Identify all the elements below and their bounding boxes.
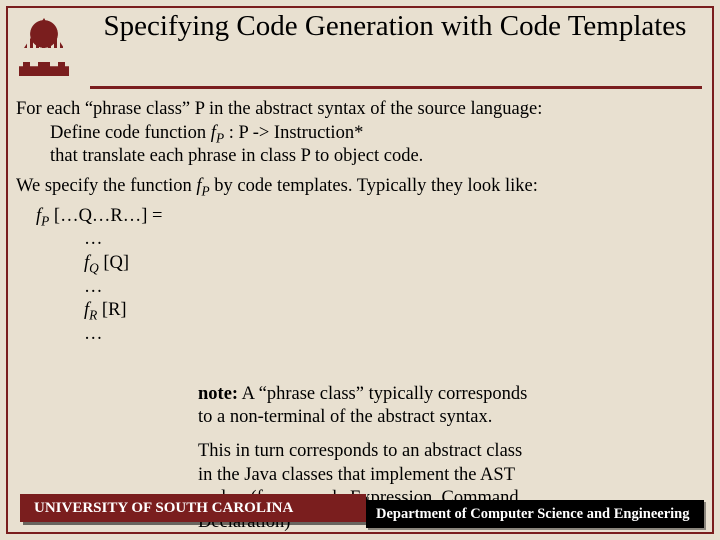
- footer-university: UNIVERSITY OF SOUTH CAROLINA: [20, 494, 366, 522]
- fn-fQ: fQ: [84, 253, 99, 273]
- slide-footer: UNIVERSITY OF SOUTH CAROLINA Department …: [20, 494, 700, 526]
- p1-line3: that translate each phrase in class P to…: [16, 145, 706, 169]
- paragraph-2: We specify the function fP by code templ…: [16, 175, 706, 199]
- fn-sub-P: P: [216, 130, 224, 145]
- fn-fR: fR: [84, 300, 97, 320]
- p1-def-suffix: : P -> Instruction*: [224, 123, 363, 143]
- p2-suffix: by code templates. Typically they look l…: [210, 176, 538, 196]
- tmpl-fR: fR [R]: [16, 299, 706, 323]
- tmpl-rest: […Q…R…] =: [49, 206, 162, 226]
- note-label: note:: [198, 384, 238, 404]
- p2-prefix: We specify the function: [16, 176, 196, 196]
- tmpl-dots-1: …: [16, 228, 706, 252]
- fn-sub-P-2: P: [202, 184, 210, 199]
- tmpl-head: fP […Q…R…] =: [16, 205, 706, 229]
- fn-fP-head: fP: [36, 206, 49, 226]
- template-block: fP […Q…R…] = … fQ [Q] … fR [R] … note: A…: [16, 205, 706, 347]
- fn-fP: fP: [211, 123, 224, 143]
- university-logo: [14, 14, 74, 84]
- p1-line2: Define code function fP : P -> Instructi…: [16, 122, 706, 146]
- fn-fP-2: fP: [196, 176, 209, 196]
- note-p1-text: A “phrase class” typically corresponds t…: [198, 384, 527, 428]
- title-underline: [90, 86, 702, 89]
- fr-rest: [R]: [97, 300, 126, 320]
- fq-rest: [Q]: [99, 253, 129, 273]
- p1-def-prefix: Define code function: [50, 123, 211, 143]
- logo-gates-icon: [19, 62, 69, 76]
- logo-tree-icon: [19, 14, 69, 64]
- fq-sub: Q: [89, 261, 99, 276]
- paragraph-1: For each “phrase class” P in the abstrac…: [16, 98, 706, 169]
- slide-title: Specifying Code Generation with Code Tem…: [90, 10, 700, 43]
- footer-department: Department of Computer Science and Engin…: [366, 500, 704, 528]
- tmpl-dots-3: …: [16, 323, 706, 347]
- tmpl-fQ: fQ [Q]: [16, 252, 706, 276]
- slide-body: For each “phrase class” P in the abstrac…: [16, 98, 706, 347]
- p1-line1: For each “phrase class” P in the abstrac…: [16, 98, 706, 122]
- tmpl-dots-2: …: [16, 276, 706, 300]
- note-p1: note: A “phrase class” typically corresp…: [198, 383, 530, 430]
